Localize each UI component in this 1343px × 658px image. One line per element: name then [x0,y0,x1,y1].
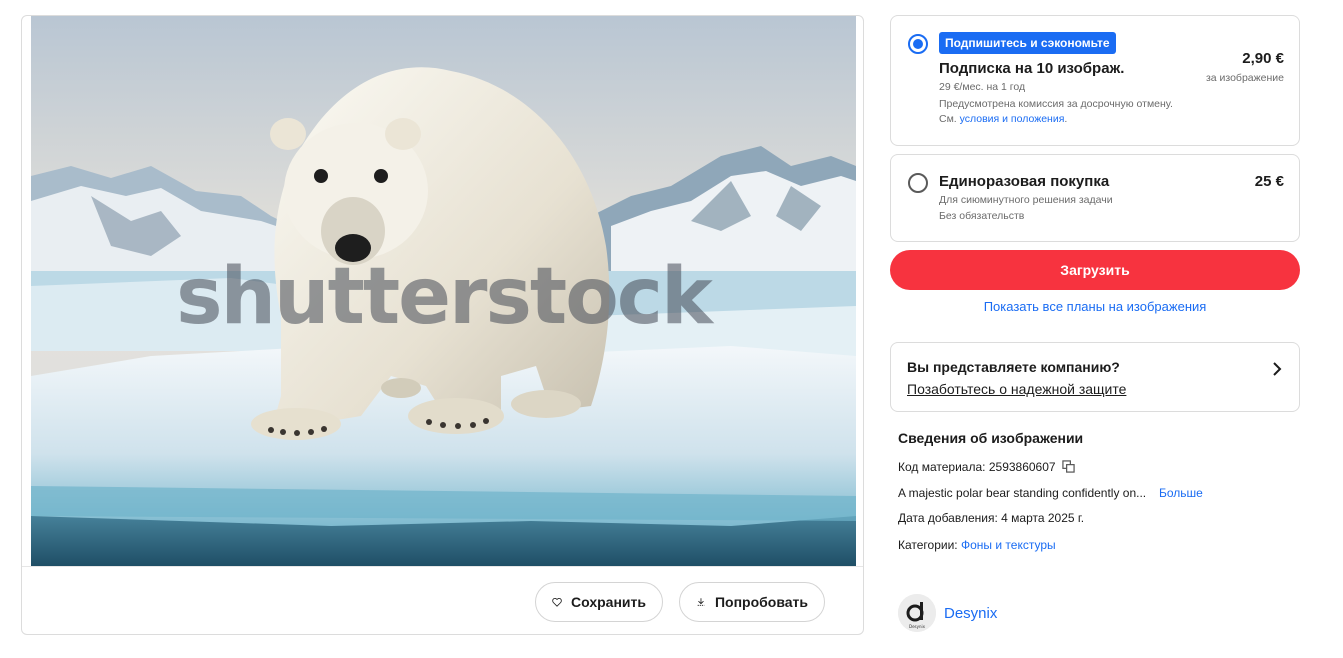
download-button[interactable]: Загрузить [890,250,1300,290]
more-link[interactable]: Больше [1159,486,1203,500]
plan-one-time-title: Единоразовая покупка [939,173,1110,190]
author-logo-icon: Desynix [898,594,936,632]
download-icon [697,598,705,606]
image-card: shutterstock Сохранить Попробовать [21,15,864,635]
category-label: Категории: [898,538,958,552]
avatar-caption: Desynix [909,624,926,629]
plan-subscription-fee-note: Предусмотрена комиссия за досрочную отме… [939,98,1173,110]
category-row: Категории: Фоны и текстуры [898,538,1056,552]
material-id-row: Код материала: 2593860607 [898,460,1056,474]
plan-subscription-price-note: 29 €/мес. на 1 год [939,81,1026,93]
plan-one-time[interactable]: Единоразовая покупка Для сиюминутного ре… [890,154,1300,242]
try-label: Попробовать [714,594,808,610]
stock-photo[interactable]: shutterstock [31,16,856,566]
material-id-value: 2593860607 [988,460,1056,474]
plan-subscription-price: 2,90 € [1242,50,1284,67]
company-protection-link[interactable]: Позаботьтесь о надежной защите [907,381,1126,397]
category-link[interactable]: Фоны и текстуры [961,538,1056,552]
plan-one-time-radio[interactable] [908,173,928,193]
date-row: Дата добавления: 4 марта 2025 г. [898,511,1084,525]
plan-subscription[interactable]: Подпишитесь и сэкономьте Подписка на 10 … [890,15,1300,146]
plan-one-time-note-2: Без обязательств [939,210,1025,222]
company-question: Вы представляете компанию? [907,359,1120,375]
author-name: Desynix [944,604,998,622]
watermark: shutterstock [176,252,713,342]
plan-subscription-terms-note: См. условия и положения. [939,113,1068,125]
save-button[interactable]: Сохранить [535,582,663,622]
terms-link[interactable]: условия и положения [960,113,1065,125]
plan-one-time-note-1: Для сиюминутного решения задачи [939,194,1113,206]
author-profile[interactable]: Desynix Desynix [898,594,997,632]
image-info-title: Сведения об изображении [898,430,1084,446]
image-actions: Сохранить Попробовать [22,566,863,634]
description-row: A majestic polar bear standing confident… [898,486,1147,500]
date-value: 4 марта 2025 г. [1001,511,1085,525]
save-label: Сохранить [571,594,646,610]
save-badge: Подпишитесь и сэкономьте [939,32,1116,54]
material-id-label: Код материала: [898,460,986,474]
plan-subscription-radio[interactable] [908,34,928,54]
see-text: См. [939,113,957,125]
all-plans-link[interactable]: Показать все планы на изображения [890,299,1300,314]
avatar: Desynix [898,594,936,632]
plan-subscription-title: Подписка на 10 изображ. [939,60,1125,77]
plan-one-time-price: 25 € [1254,173,1284,190]
company-banner[interactable]: Вы представляете компанию? Позаботьтесь … [890,342,1300,412]
chevron-right-icon [1273,362,1282,376]
heart-icon [552,597,562,607]
plan-subscription-price-sub: за изображение [1205,72,1284,84]
date-label: Дата добавления: [898,511,998,525]
copy-icon[interactable] [1062,460,1075,473]
try-button[interactable]: Попробовать [679,582,825,622]
